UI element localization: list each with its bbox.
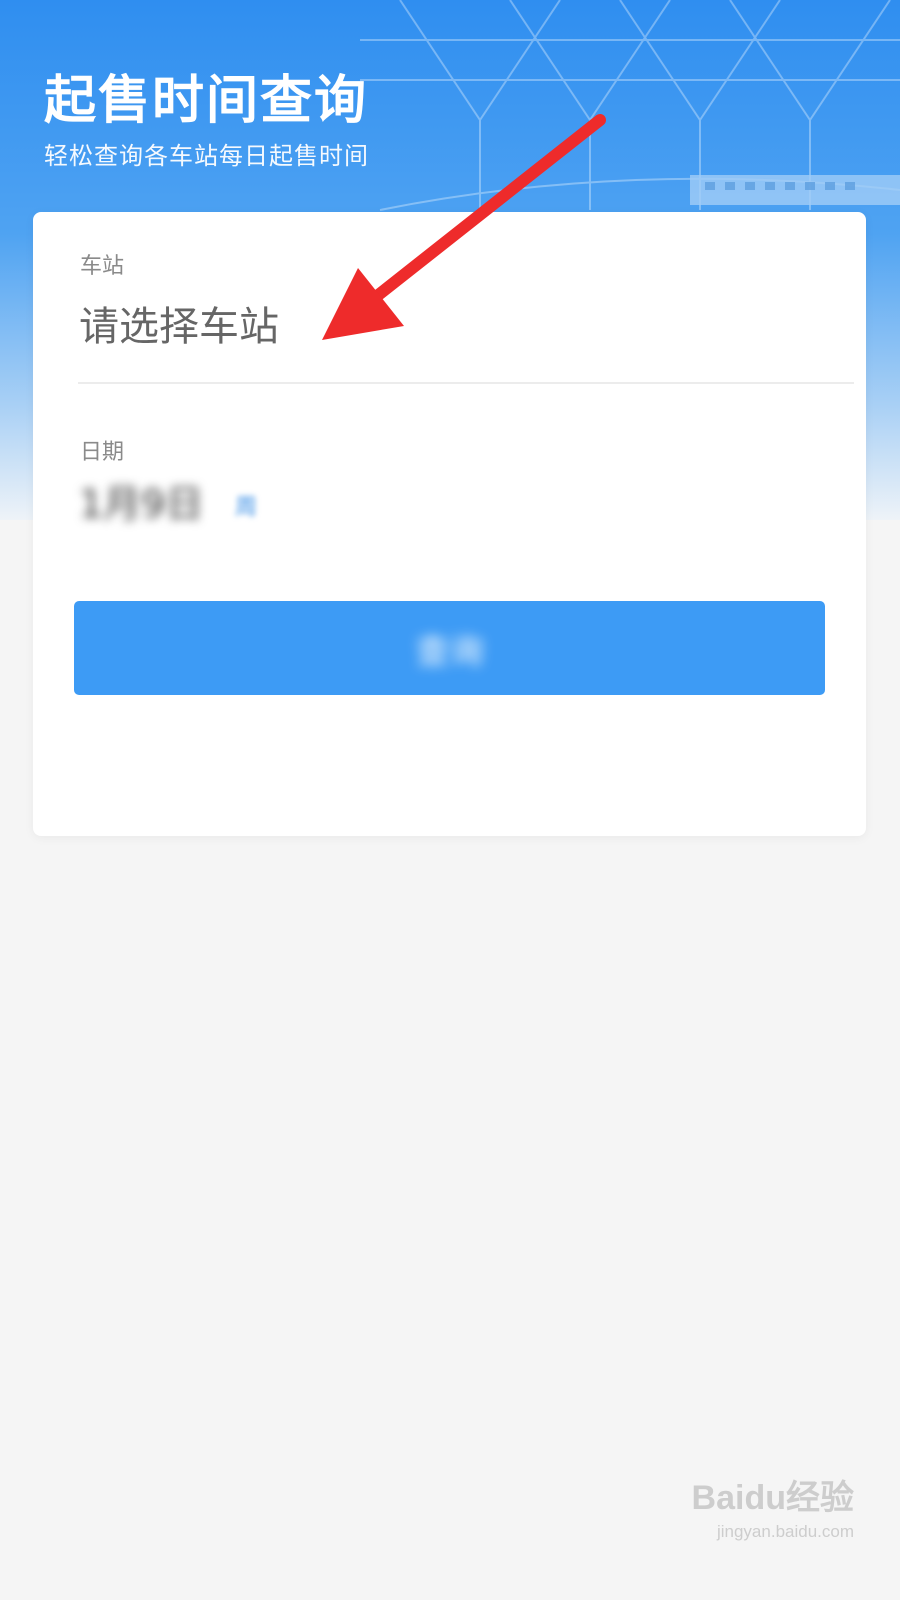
field-divider <box>78 382 854 384</box>
watermark: Baidu经验 jingyan.baidu.com <box>664 1470 854 1560</box>
watermark-logo: Baidu经验 <box>691 1479 854 1517</box>
date-value-text: 1月9日 <box>79 482 204 526</box>
query-form-card: 车站 请选择车站 日期 1月9日 周 查询 <box>33 212 866 836</box>
page-subtitle: 轻松查询各车站每日起售时间 <box>44 142 369 170</box>
date-select[interactable]: 1月9日 周 <box>79 474 639 534</box>
query-button[interactable]: 查询 <box>74 601 825 695</box>
app-screen: 起售时间查询 轻松查询各车站每日起售时间 车站 请选择车站 日期 1月9日 周 … <box>0 0 900 1600</box>
query-button-label: 查询 <box>415 632 484 671</box>
date-label: 日期 <box>80 440 125 465</box>
page-title: 起售时间查询 <box>44 71 369 131</box>
station-label: 车站 <box>80 254 125 279</box>
watermark-url: jingyan.baidu.com <box>716 1522 854 1541</box>
weekday-text: 周 <box>235 495 258 520</box>
station-select[interactable]: 请选择车站 <box>79 292 819 362</box>
